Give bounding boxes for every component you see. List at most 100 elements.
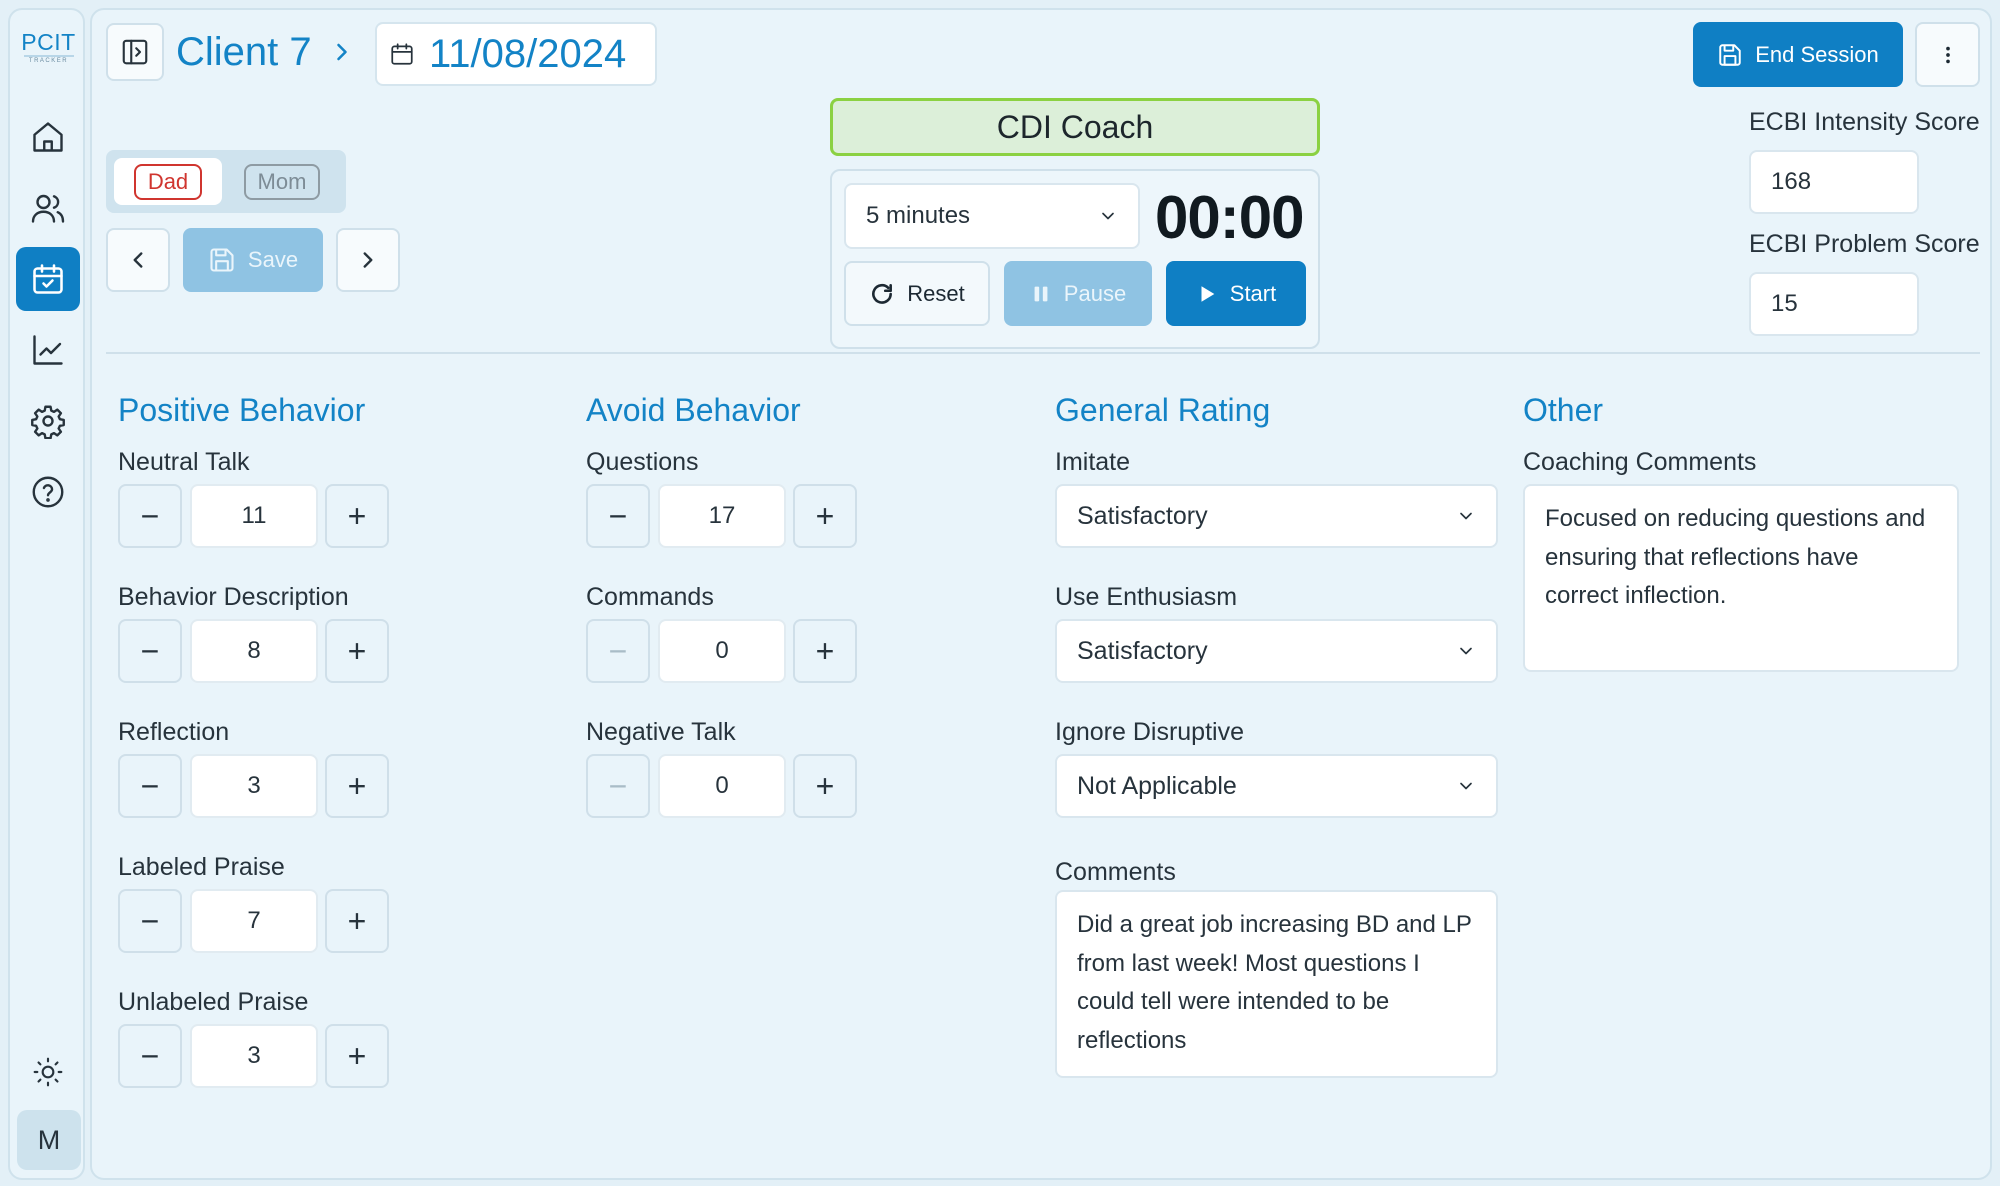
users-icon	[31, 194, 65, 223]
avatar-initial: M	[37, 1124, 61, 1155]
save-label: Save	[247, 247, 299, 272]
minus-icon: −	[140, 632, 160, 669]
session-date-picker[interactable]: 11/08/2024	[375, 22, 657, 86]
end-session-button[interactable]: End Session	[1693, 22, 1903, 87]
ignore-disruptive-select[interactable]: Not Applicable	[1055, 754, 1498, 818]
duration-select[interactable]: 5 minutes	[844, 183, 1140, 249]
sidebar: PCIT TRACKER M	[8, 8, 85, 1180]
reflection-decrement[interactable]: −	[118, 754, 182, 818]
avatar[interactable]: M	[17, 1110, 81, 1170]
ecbi-problem-label: ECBI Problem Score	[1749, 230, 1980, 258]
calendar-icon	[391, 43, 413, 65]
duration-value: 5 minutes	[866, 202, 971, 229]
plus-icon: +	[347, 767, 367, 804]
sidebar-item-clients[interactable]	[16, 176, 80, 240]
start-button[interactable]: Start	[1166, 261, 1306, 326]
ecbi-intensity-input[interactable]: 168	[1749, 150, 1919, 214]
more-options-button[interactable]	[1915, 22, 1980, 87]
labeled-praise-increment[interactable]: +	[325, 889, 389, 953]
commands-decrement[interactable]: −	[586, 619, 650, 683]
plus-icon: +	[347, 632, 367, 669]
client-name[interactable]: Client 7	[176, 30, 312, 75]
use-enthusiasm-select[interactable]: Satisfactory	[1055, 619, 1498, 683]
sidebar-item-home[interactable]	[16, 105, 80, 169]
chart-line-icon	[33, 335, 63, 365]
questions-label: Questions	[586, 448, 699, 476]
minus-icon: −	[608, 767, 628, 804]
ignore-disruptive-label: Ignore Disruptive	[1055, 718, 1244, 746]
neutral-talk-increment[interactable]: +	[325, 484, 389, 548]
imitate-value: Satisfactory	[1077, 501, 1208, 530]
chevron-right-icon	[363, 252, 373, 268]
questions-value[interactable]: 17	[658, 484, 786, 548]
chevron-down-icon	[1460, 647, 1472, 655]
ecbi-problem-value: 15	[1771, 290, 1798, 317]
comments-label: Comments	[1055, 858, 1176, 886]
general-rating-title: General Rating	[1055, 392, 1271, 428]
neutral-talk-value[interactable]: 11	[190, 484, 318, 548]
toggle-sidebar-button[interactable]	[106, 23, 164, 81]
session-date: 11/08/2024	[429, 31, 627, 76]
save-icon	[210, 248, 234, 272]
labeled-praise-decrement[interactable]: −	[118, 889, 182, 953]
unlabeled-praise-increment[interactable]: +	[325, 1024, 389, 1088]
behavior-description-value[interactable]: 8	[190, 619, 318, 683]
logo-text: PCIT	[21, 29, 76, 55]
reset-button[interactable]: Reset	[844, 261, 990, 326]
use-enthusiasm-label: Use Enthusiasm	[1055, 583, 1238, 611]
chevron-down-icon	[1102, 212, 1114, 220]
timer-display: 00:00	[1155, 184, 1304, 251]
gear-icon	[31, 405, 65, 439]
minus-icon: −	[608, 497, 628, 534]
tab-dad[interactable]: Dad	[114, 158, 222, 205]
plus-icon: +	[815, 497, 835, 534]
behavior-description-increment[interactable]: +	[325, 619, 389, 683]
minus-icon: −	[140, 1037, 160, 1074]
questions-increment[interactable]: +	[793, 484, 857, 548]
chevron-left-icon	[133, 252, 143, 268]
chevron-down-icon	[1460, 782, 1472, 790]
unlabeled-praise-value[interactable]: 3	[190, 1024, 318, 1088]
pause-button[interactable]: Pause	[1004, 261, 1152, 326]
sidebar-item-settings[interactable]	[16, 389, 80, 453]
coaching-comments-textarea[interactable]: Focused on reducing questions and ensuri…	[1523, 484, 1959, 672]
reflection-value[interactable]: 3	[190, 754, 318, 818]
negative-talk-value[interactable]: 0	[658, 754, 786, 818]
commands-value[interactable]: 0	[658, 619, 786, 683]
commands-increment[interactable]: +	[793, 619, 857, 683]
neutral-talk-decrement[interactable]: −	[118, 484, 182, 548]
ecbi-problem-input[interactable]: 15	[1749, 272, 1919, 336]
sidebar-item-sessions[interactable]	[16, 247, 80, 311]
negative-talk-label: Negative Talk	[586, 718, 736, 746]
questions-decrement[interactable]: −	[586, 484, 650, 548]
labeled-praise-value[interactable]: 7	[190, 889, 318, 953]
save-button[interactable]: Save	[183, 228, 323, 292]
sidebar-item-help[interactable]	[16, 460, 80, 524]
behavior-description-decrement[interactable]: −	[118, 619, 182, 683]
behavior-description-label: Behavior Description	[118, 583, 349, 611]
comments-textarea[interactable]: Did a great job increasing BD and LP fro…	[1055, 890, 1498, 1078]
imitate-label: Imitate	[1055, 448, 1131, 476]
plus-icon: +	[347, 1037, 367, 1074]
sidebar-item-progress[interactable]	[16, 318, 80, 382]
theme-toggle[interactable]	[16, 1040, 80, 1104]
imitate-select[interactable]: Satisfactory	[1055, 484, 1498, 548]
negative-talk-decrement[interactable]: −	[586, 754, 650, 818]
tab-mom-label: Mom	[243, 163, 321, 200]
session-mode-label: CDI Coach	[830, 98, 1320, 156]
tab-dad-label: Dad	[133, 163, 203, 200]
reflection-increment[interactable]: +	[325, 754, 389, 818]
previous-button[interactable]	[106, 228, 170, 292]
home-icon	[33, 122, 63, 152]
reset-label: Reset	[907, 280, 965, 306]
app-logo: PCIT TRACKER	[10, 30, 87, 64]
plus-icon: +	[815, 767, 835, 804]
unlabeled-praise-decrement[interactable]: −	[118, 1024, 182, 1088]
negative-talk-increment[interactable]: +	[793, 754, 857, 818]
main-panel: Client 7 11/08/2024 End Session Dad Mom …	[90, 8, 1992, 1180]
tab-mom[interactable]: Mom	[228, 158, 336, 205]
labeled-praise-label: Labeled Praise	[118, 853, 285, 881]
reflection-label: Reflection	[118, 718, 230, 746]
next-button[interactable]	[336, 228, 400, 292]
ecbi-intensity-label: ECBI Intensity Score	[1749, 108, 1980, 136]
